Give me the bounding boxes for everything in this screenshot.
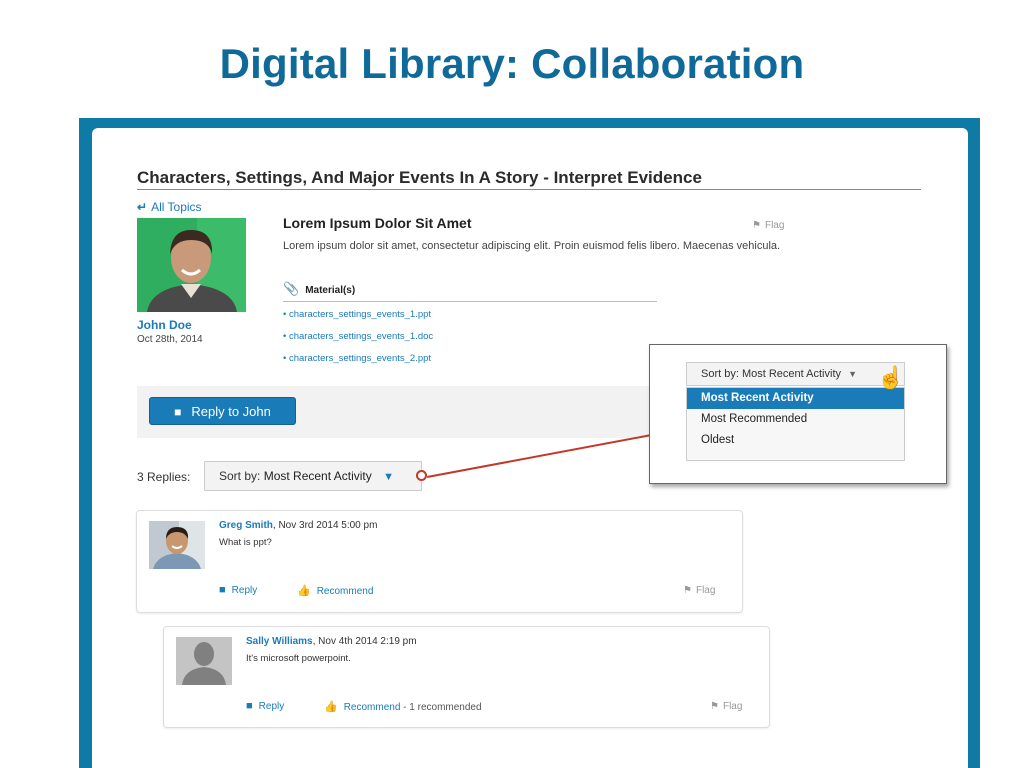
comment-flag-button[interactable]: ⚑ Flag: [683, 585, 715, 596]
popup-sort-dropdown[interactable]: Sort by: Most Recent Activity ▼: [686, 362, 905, 386]
thumbs-up-icon: 👍: [324, 701, 338, 713]
callout-connector: [427, 434, 650, 478]
flag-icon: ⚑: [752, 220, 761, 231]
flag-icon: ⚑: [683, 585, 692, 596]
paperclip-icon: 📎: [283, 281, 300, 296]
material-filename: characters_settings_events_1.doc: [288, 331, 434, 342]
materials-label: Material(s): [305, 285, 356, 296]
materials-divider: [283, 301, 657, 302]
reply-to-author-button[interactable]: ■ Reply to John: [149, 397, 296, 425]
material-link[interactable]: • characters_settings_events_1.doc: [283, 331, 433, 342]
sort-value: Most Recent Activity: [263, 469, 372, 483]
popup-sort-value: Most Recent Activity: [741, 368, 842, 380]
flag-label: Flag: [764, 220, 785, 231]
back-arrow-icon: ↵: [137, 200, 148, 214]
post-title: Lorem Ipsum Dolor Sit Amet: [283, 215, 472, 231]
comment-flag-button[interactable]: ⚑ Flag: [710, 701, 742, 712]
recommend-count: - 1 recommended: [400, 702, 482, 713]
comment-meta: , Nov 3rd 2014 5:00 pm: [272, 520, 378, 531]
callout-anchor: [416, 470, 427, 481]
comment-meta: , Nov 4th 2014 2:19 pm: [312, 636, 417, 647]
comment-reply-button[interactable]: ■ Reply: [219, 584, 257, 596]
reply-label: Reply: [258, 701, 285, 712]
post-body: Lorem ipsum dolor sit amet, consectetur …: [283, 240, 781, 252]
flag-label: Flag: [722, 701, 743, 712]
hand-pointer-icon: ☝: [877, 365, 905, 390]
comment-byline: Sally Williams, Nov 4th 2014 2:19 pm: [246, 636, 417, 647]
sort-options-list: Most Recent Activity Most Recommended Ol…: [686, 387, 905, 461]
reply-button-label: Reply to John: [191, 404, 271, 419]
commenter-name[interactable]: Greg Smith: [219, 520, 273, 531]
comment-card: Sally Williams, Nov 4th 2014 2:19 pm It'…: [163, 626, 770, 728]
discussion-panel: Characters, Settings, And Major Events I…: [92, 128, 968, 768]
comment-byline: Greg Smith, Nov 3rd 2014 5:00 pm: [219, 520, 377, 531]
speech-bubble-icon: ■: [246, 700, 253, 712]
caret-down-icon: ▼: [383, 471, 394, 483]
material-filename: characters_settings_events_2.ppt: [288, 353, 432, 364]
comment-recommend-button[interactable]: 👍 Recommend - 1 recommended: [324, 700, 482, 713]
popup-sort-prefix: Sort by:: [701, 368, 739, 380]
thumbs-up-icon: 👍: [297, 585, 311, 597]
comment-recommend-button[interactable]: 👍 Recommend: [297, 584, 373, 597]
caret-down-icon: ▼: [848, 369, 857, 379]
author-avatar: [137, 218, 246, 312]
topic-divider: [137, 189, 921, 190]
topic-title: Characters, Settings, And Major Events I…: [137, 168, 702, 187]
comment-reply-button[interactable]: ■ Reply: [246, 700, 284, 712]
comment-text: What is ppt?: [219, 537, 272, 548]
sort-option-most-recommended[interactable]: Most Recommended: [687, 409, 904, 430]
material-filename: characters_settings_events_1.ppt: [288, 309, 432, 320]
sort-dropdown[interactable]: Sort by: Most Recent Activity ▼: [204, 461, 422, 491]
all-topics-label: All Topics: [151, 200, 202, 214]
sort-options-callout: Sort by: Most Recent Activity ▼ Most Rec…: [649, 344, 947, 484]
screenshot-frame: Characters, Settings, And Major Events I…: [79, 118, 980, 768]
commenter-avatar: [149, 521, 205, 569]
all-topics-link[interactable]: ↵ All Topics: [137, 200, 202, 214]
flag-label: Flag: [695, 585, 716, 596]
commenter-name[interactable]: Sally Williams: [246, 636, 313, 647]
author-name[interactable]: John Doe: [137, 318, 192, 332]
sort-option-most-recent[interactable]: Most Recent Activity: [687, 388, 904, 409]
recommend-label: Recommend: [343, 702, 401, 713]
slide-title: Digital Library: Collaboration: [219, 40, 805, 87]
flag-icon: ⚑: [710, 701, 719, 712]
commenter-avatar: [176, 637, 232, 685]
sort-prefix: Sort by:: [219, 469, 261, 483]
post-date: Oct 28th, 2014: [137, 334, 203, 345]
comment-card: Greg Smith, Nov 3rd 2014 5:00 pm What is…: [136, 510, 743, 613]
recommend-label: Recommend: [316, 586, 374, 597]
speech-bubble-icon: ■: [174, 405, 182, 419]
material-link[interactable]: • characters_settings_events_2.ppt: [283, 353, 431, 364]
material-link[interactable]: • characters_settings_events_1.ppt: [283, 309, 431, 320]
comment-text: It's microsoft powerpoint.: [246, 653, 351, 664]
materials-heading: 📎 Material(s): [283, 281, 355, 297]
post-flag-button[interactable]: ⚑ Flag: [752, 220, 784, 231]
reply-label: Reply: [231, 585, 258, 596]
sort-option-oldest[interactable]: Oldest: [687, 430, 904, 451]
replies-count: 3 Replies:: [137, 470, 191, 484]
speech-bubble-icon: ■: [219, 584, 226, 596]
